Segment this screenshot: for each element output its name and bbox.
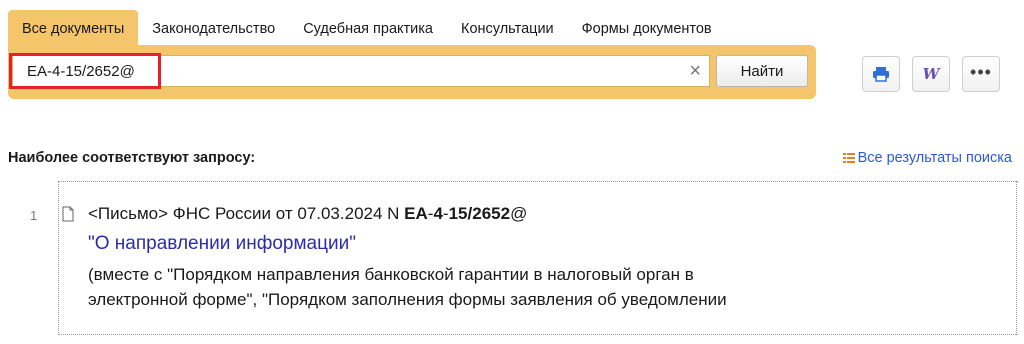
tab-legislation[interactable]: Законодательство (138, 10, 289, 46)
more-options-button[interactable]: ••• (962, 56, 1000, 92)
all-results-label[interactable]: Все результаты поиска (858, 150, 1012, 166)
result-title-link[interactable]: "О направлении информации" (88, 233, 356, 255)
result-description-line1: (вместе с "Порядком направления банковск… (88, 265, 694, 284)
number-part-4: 4 (433, 204, 443, 223)
section-title: Наиболее соответствуют запросу: (8, 150, 256, 166)
number-part-15: 15 (448, 204, 468, 223)
tab-court-practice[interactable]: Судебная практика (289, 10, 447, 46)
result-description-line2: электронной форме", "Порядком заполнения… (88, 290, 727, 309)
more-icon: ••• (970, 62, 992, 82)
search-box: × (12, 55, 710, 87)
tab-all-documents[interactable]: Все документы (8, 10, 139, 46)
result-document-info: <Письмо> ФНС России от 07.03.2024 N ЕА-4… (88, 204, 527, 224)
number-part-at: @ (510, 204, 528, 223)
result-prefix: <Письмо> ФНС России от 07.03.2024 N (88, 204, 405, 223)
number-part-ea: ЕА (404, 204, 428, 223)
search-input[interactable] (13, 56, 673, 86)
results-border (1016, 181, 1017, 335)
export-word-button[interactable]: W (912, 56, 950, 92)
tab-bar: Все документы Законодательство Судебная … (8, 10, 726, 46)
result-index: 1 (30, 208, 38, 223)
number-part-2652: 2652 (472, 204, 511, 223)
all-results-link[interactable]: Все результаты поиска (842, 150, 1012, 166)
tab-document-forms[interactable]: Формы документов (568, 10, 726, 46)
document-icon (62, 206, 74, 222)
results-list-icon (842, 153, 855, 163)
tab-consultations[interactable]: Консультации (447, 10, 568, 46)
find-button[interactable]: Найти (716, 55, 808, 87)
search-panel: × Найти (8, 45, 816, 99)
word-icon: W (922, 65, 940, 83)
print-button[interactable] (862, 56, 900, 92)
clear-icon[interactable]: × (689, 59, 701, 83)
print-icon (873, 67, 889, 82)
